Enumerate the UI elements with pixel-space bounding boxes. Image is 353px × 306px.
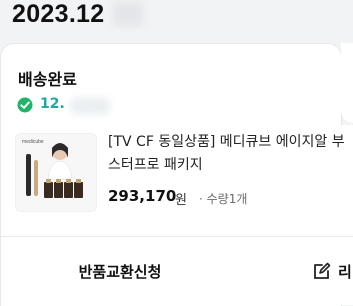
order-date-heading: 2023.12 bbox=[12, 0, 105, 28]
product-quantity: · 수량1개 bbox=[199, 192, 248, 206]
tracking-blurred bbox=[70, 98, 110, 114]
product-thumbnail[interactable]: medicube bbox=[15, 133, 97, 212]
edit-icon bbox=[314, 262, 331, 279]
return-exchange-label: 반품교환신청 bbox=[78, 262, 162, 281]
product-title[interactable]: [TV CF 동일상품] 메디큐브 에이지알 부스터프로 패키지 bbox=[108, 131, 353, 179]
product-price: 293,170 bbox=[108, 187, 177, 205]
tracking-info[interactable]: 12. bbox=[40, 96, 65, 112]
product-image-icon: medicube bbox=[16, 134, 96, 211]
svg-text:medicube: medicube bbox=[22, 139, 44, 145]
delivery-status: 배송완료 bbox=[18, 70, 77, 89]
write-review-button[interactable]: 리 bbox=[312, 237, 353, 305]
price-unit: 원 bbox=[175, 193, 187, 208]
blurred-region bbox=[113, 2, 143, 26]
write-review-label: 리 bbox=[338, 262, 352, 281]
adjacent-card-edge bbox=[341, 43, 353, 123]
return-exchange-button[interactable]: 반품교환신청 bbox=[0, 237, 240, 305]
check-circle-icon bbox=[17, 97, 33, 113]
